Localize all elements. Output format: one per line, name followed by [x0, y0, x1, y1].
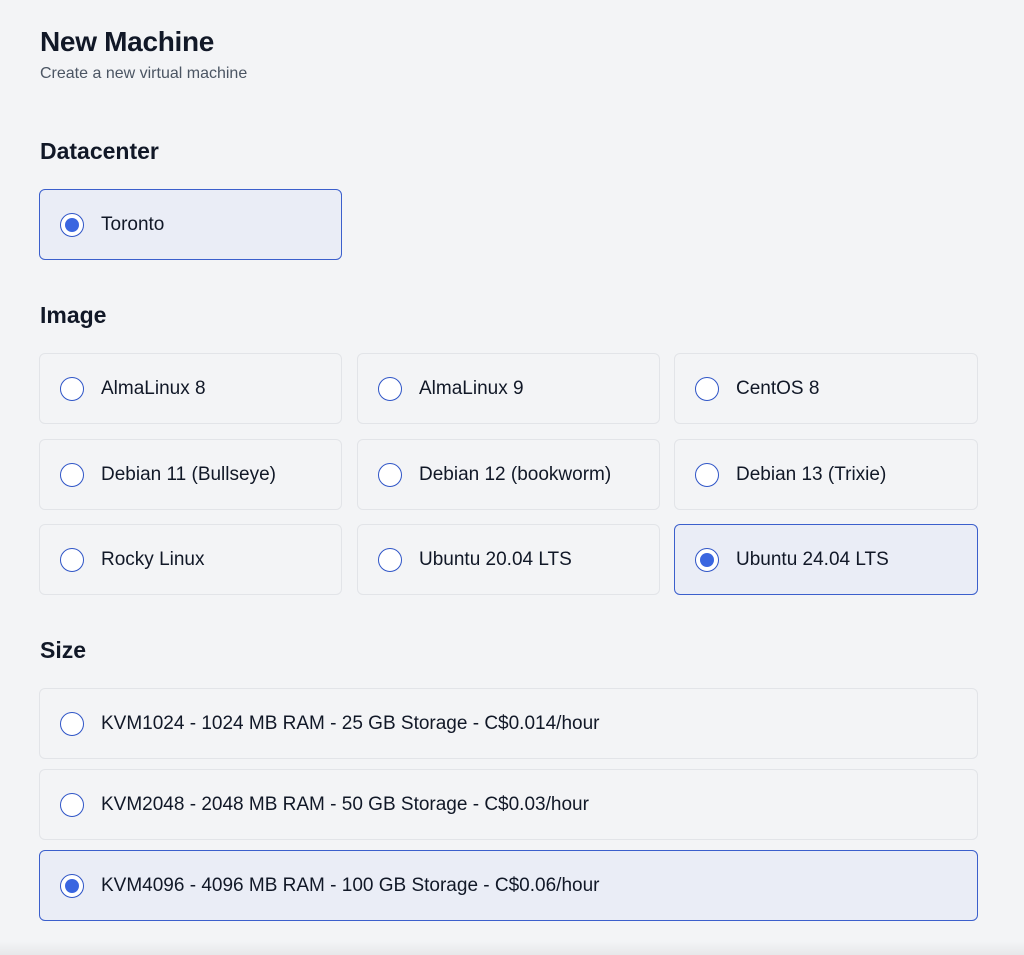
image-option-ubuntu-20-04[interactable]: Ubuntu 20.04 LTS — [357, 524, 660, 595]
size-option-kvm1024[interactable]: KVM1024 - 1024 MB RAM - 25 GB Storage - … — [39, 688, 978, 759]
page-title: New Machine — [40, 26, 215, 57]
radio-button[interactable] — [378, 376, 402, 401]
size-option-kvm2048[interactable]: KVM2048 - 2048 MB RAM - 50 GB Storage - … — [39, 769, 978, 840]
radio-button[interactable] — [695, 376, 719, 401]
image-option-debian-13[interactable]: Debian 13 (Trixie) — [674, 439, 978, 510]
image-option-debian-12[interactable]: Debian 12 (bookworm) — [357, 439, 660, 510]
radio-button[interactable] — [60, 711, 84, 736]
option-label: KVM1024 - 1024 MB RAM - 25 GB Storage - … — [101, 712, 600, 734]
image-option-rocky-linux[interactable]: Rocky Linux — [39, 524, 342, 595]
option-label: Rocky Linux — [101, 548, 205, 570]
radio-button[interactable] — [378, 547, 402, 572]
option-label: Ubuntu 24.04 LTS — [736, 548, 889, 570]
option-label: Ubuntu 20.04 LTS — [419, 548, 572, 570]
radio-button[interactable] — [60, 462, 84, 487]
radio-button[interactable] — [695, 547, 719, 572]
radio-button[interactable] — [60, 547, 84, 572]
radio-button[interactable] — [378, 462, 402, 487]
radio-button[interactable] — [60, 376, 84, 401]
radio-button[interactable] — [695, 462, 719, 487]
option-label: AlmaLinux 8 — [101, 377, 206, 399]
bottom-fade — [0, 941, 1024, 955]
option-label: KVM4096 - 4096 MB RAM - 100 GB Storage -… — [101, 874, 600, 896]
option-label: Debian 12 (bookworm) — [419, 463, 612, 485]
image-option-almalinux-9[interactable]: AlmaLinux 9 — [357, 353, 660, 424]
option-label: Debian 11 (Bullseye) — [101, 463, 276, 485]
option-label: CentOS 8 — [736, 377, 820, 399]
radio-button[interactable] — [60, 792, 84, 817]
option-label: Toronto — [101, 213, 165, 235]
image-option-debian-11[interactable]: Debian 11 (Bullseye) — [39, 439, 342, 510]
option-label: AlmaLinux 9 — [419, 377, 524, 399]
image-option-almalinux-8[interactable]: AlmaLinux 8 — [39, 353, 342, 424]
new-machine-page: New Machine Create a new virtual machine… — [0, 0, 1024, 955]
image-option-centos-8[interactable]: CentOS 8 — [674, 353, 978, 424]
image-heading: Image — [40, 302, 107, 328]
image-option-ubuntu-24-04[interactable]: Ubuntu 24.04 LTS — [674, 524, 978, 595]
size-heading: Size — [40, 637, 87, 663]
option-label: KVM2048 - 2048 MB RAM - 50 GB Storage - … — [101, 793, 589, 815]
radio-button[interactable] — [60, 873, 84, 898]
radio-button[interactable] — [60, 212, 84, 237]
size-option-kvm4096[interactable]: KVM4096 - 4096 MB RAM - 100 GB Storage -… — [39, 850, 978, 921]
datacenter-option-toronto[interactable]: Toronto — [39, 189, 342, 260]
datacenter-heading: Datacenter — [40, 138, 159, 164]
option-label: Debian 13 (Trixie) — [736, 463, 887, 485]
page-subtitle: Create a new virtual machine — [40, 65, 248, 82]
